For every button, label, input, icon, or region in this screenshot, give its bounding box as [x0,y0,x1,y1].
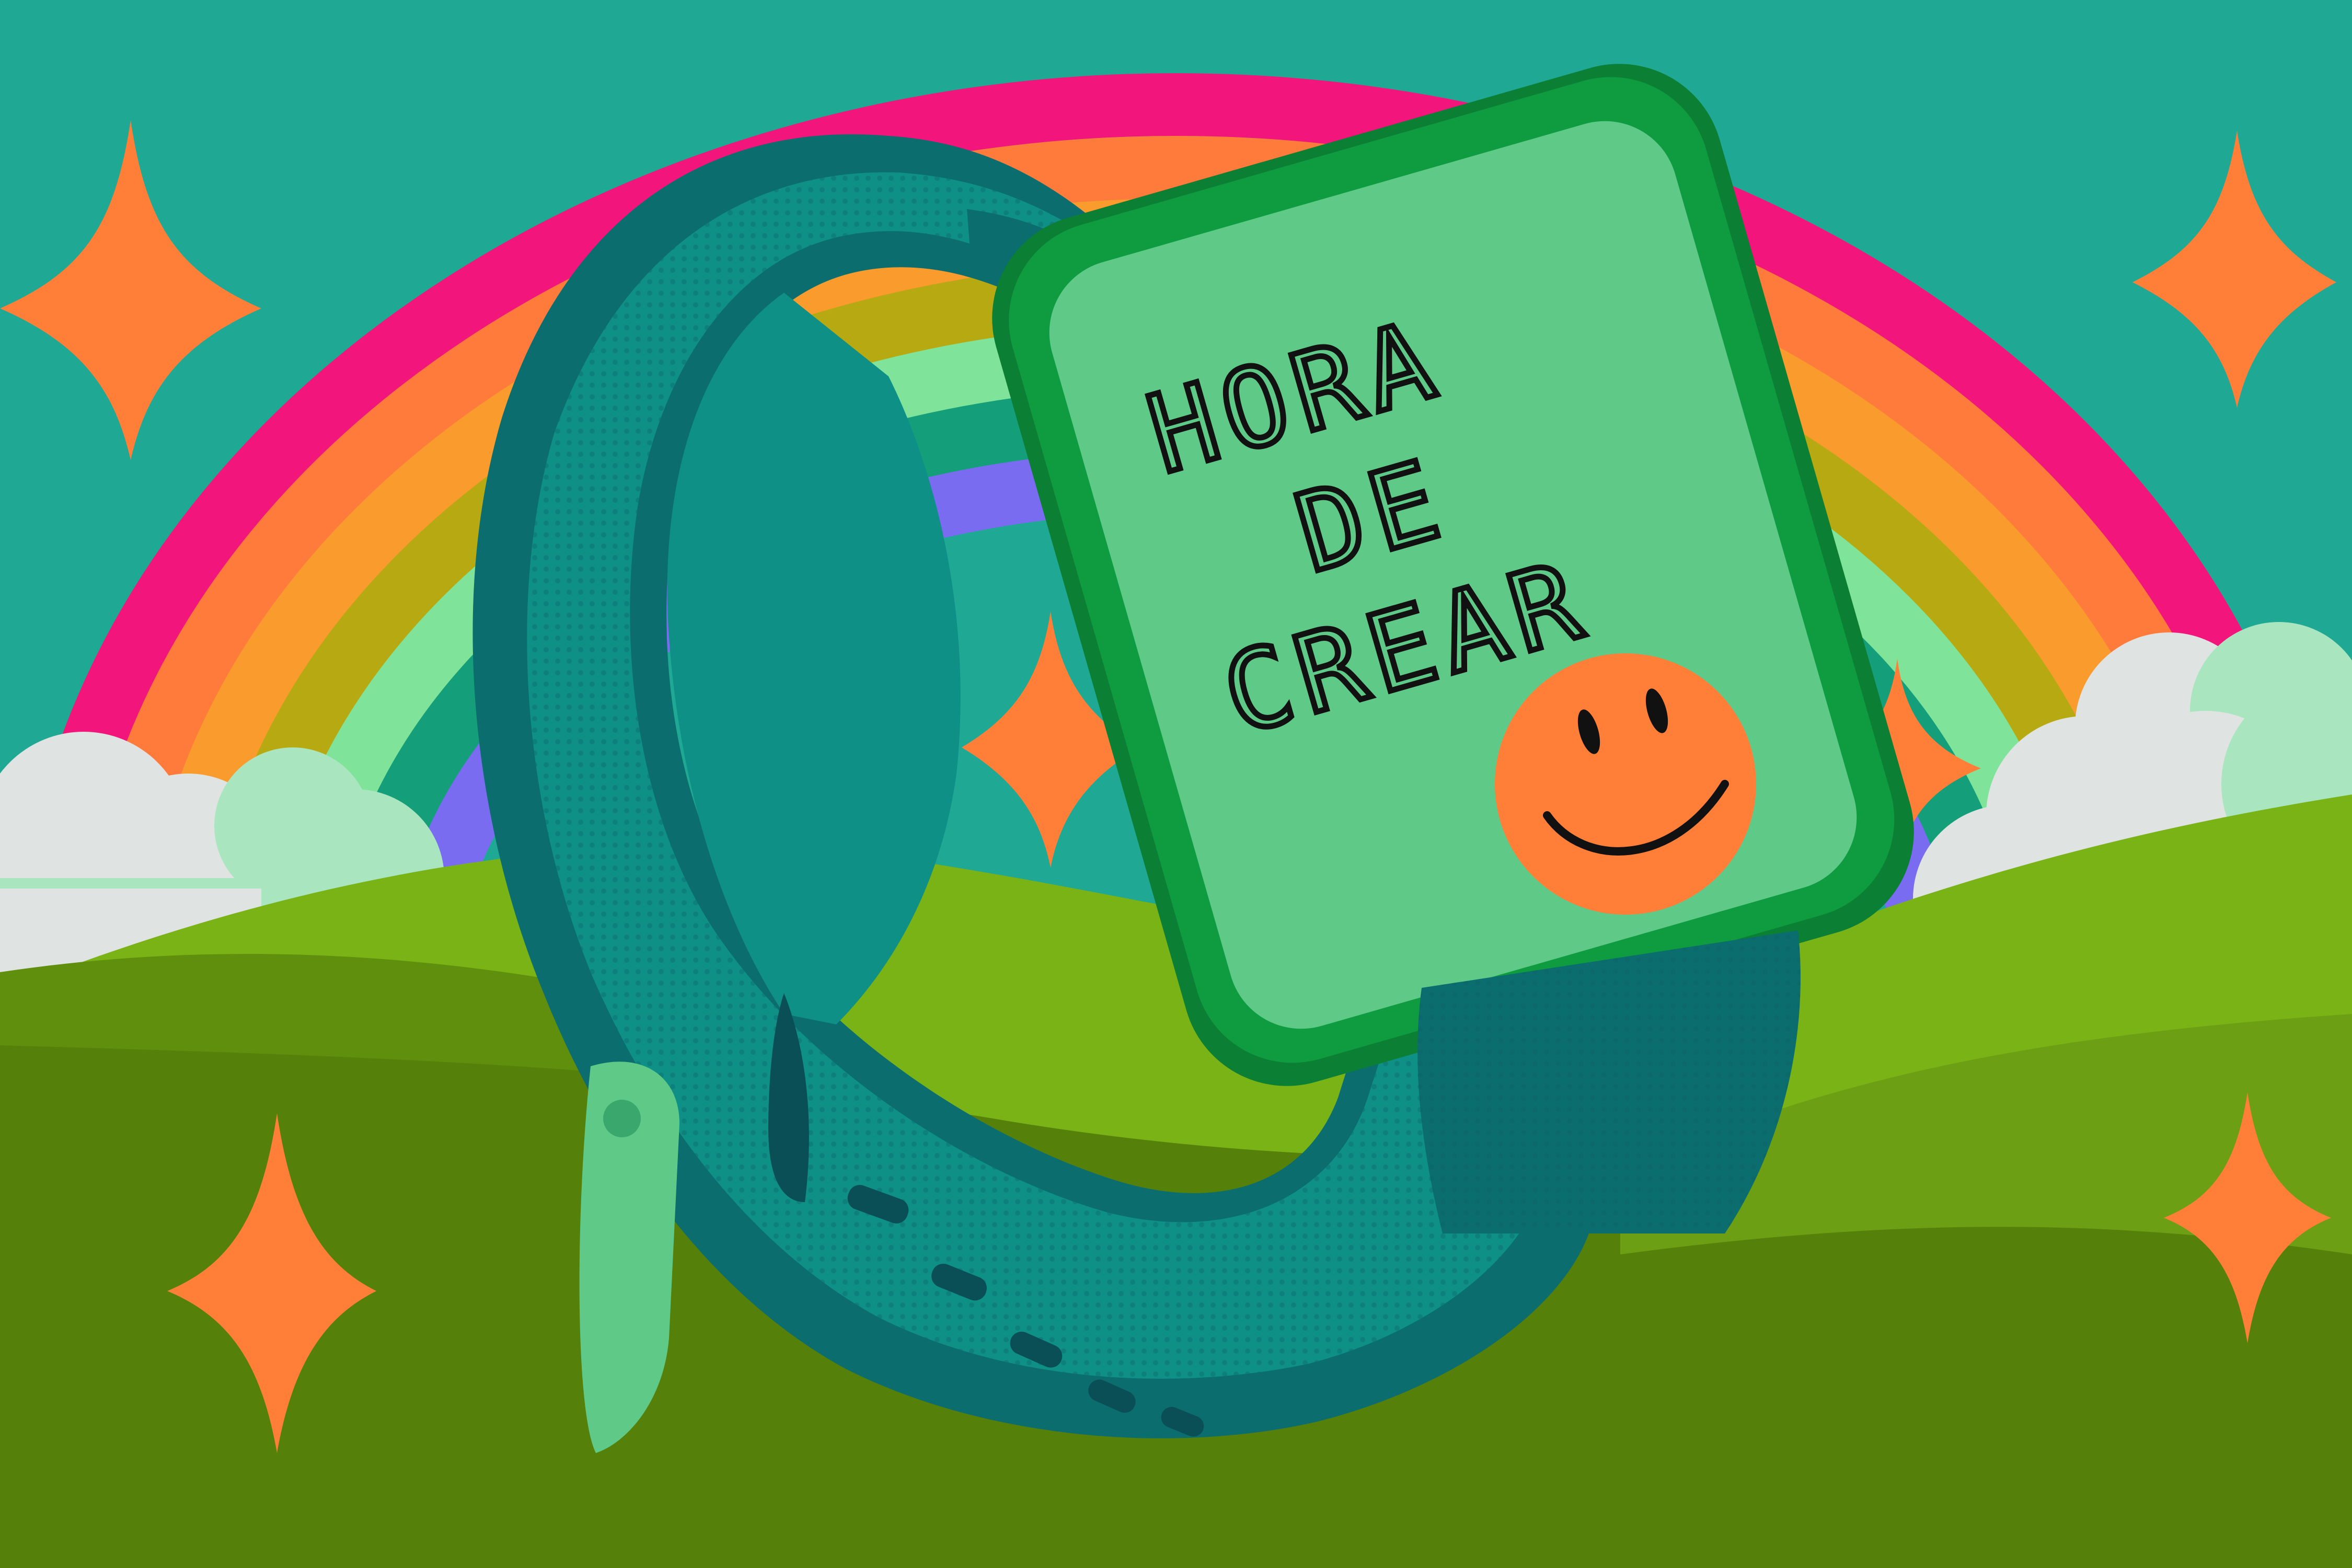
illustration-canvas: HORA DE CREAR [0,0,2352,1568]
scene-svg: HORA DE CREAR [0,0,2352,1568]
smiley-icon [1495,653,1756,915]
